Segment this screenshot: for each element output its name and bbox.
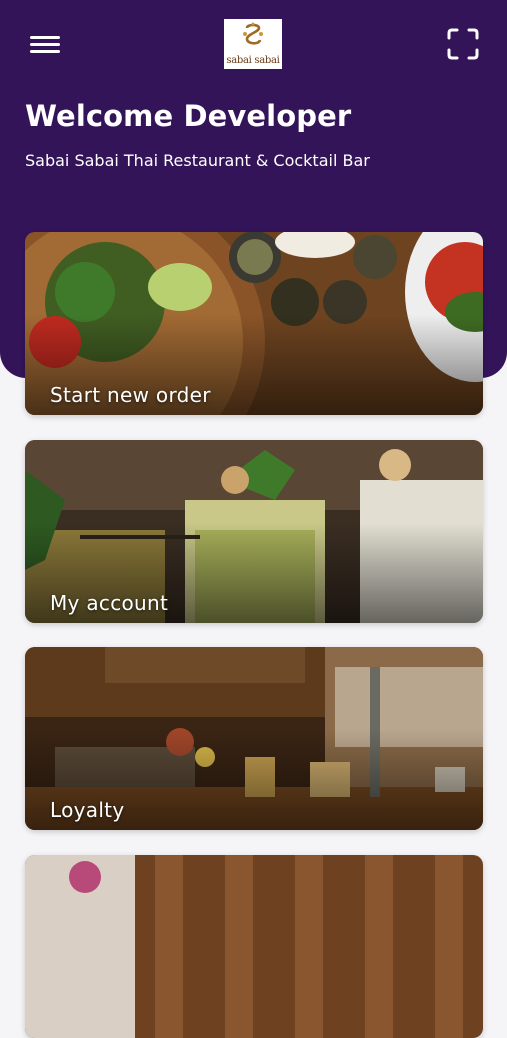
wooden-wall-image: [25, 855, 483, 1038]
my-account-card[interactable]: My account: [25, 440, 483, 623]
scan-button[interactable]: [447, 28, 479, 60]
restaurant-subtitle: Sabai Sabai Thai Restaurant & Cocktail B…: [25, 151, 370, 170]
menu-line: [30, 43, 60, 46]
welcome-heading: Welcome Developer: [25, 99, 352, 133]
card-label: Loyalty: [50, 798, 125, 822]
scan-frame-icon: [447, 28, 479, 60]
restaurant-logo[interactable]: sabai sabai: [224, 19, 282, 69]
card-label: My account: [50, 591, 169, 615]
fourth-card[interactable]: [25, 855, 483, 1038]
card-label: Start new order: [50, 383, 211, 407]
menu-button[interactable]: [30, 34, 62, 56]
start-new-order-card[interactable]: Start new order: [25, 232, 483, 415]
menu-line: [30, 50, 60, 53]
hamburger-menu-icon: [30, 36, 60, 39]
logo-emblem-icon: [243, 22, 263, 45]
logo-text: sabai sabai: [226, 55, 280, 66]
loyalty-card[interactable]: Loyalty: [25, 647, 483, 830]
